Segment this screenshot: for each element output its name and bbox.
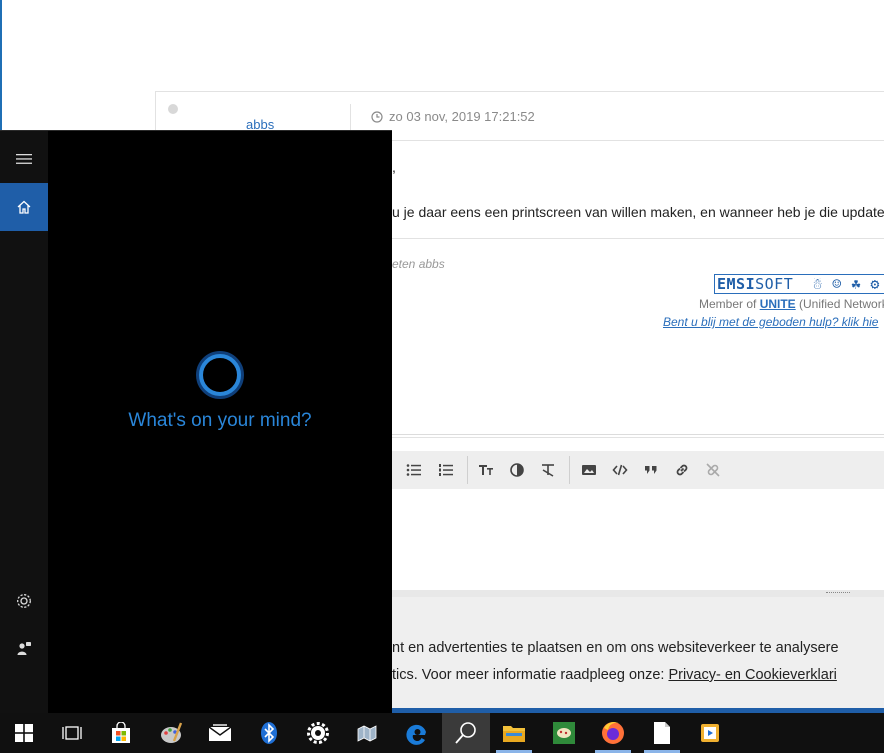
store-icon — [112, 722, 130, 743]
home-icon — [17, 200, 31, 214]
cortana-ring-icon — [196, 351, 244, 399]
post-text-line: , — [392, 159, 396, 175]
media-player-button[interactable] — [687, 713, 735, 753]
home-button[interactable] — [0, 183, 48, 231]
editor-textarea[interactable] — [392, 490, 884, 590]
task-view-button[interactable] — [48, 713, 96, 753]
link-icon[interactable] — [674, 462, 690, 478]
store-button[interactable] — [97, 713, 145, 753]
edge-icon — [406, 724, 426, 745]
page-left-border — [0, 0, 2, 135]
bullet-list-icon[interactable] — [406, 462, 422, 478]
paint-button[interactable] — [147, 713, 195, 753]
clear-format-icon[interactable] — [540, 462, 556, 478]
folder-icon — [503, 726, 525, 742]
task-view-icon — [62, 726, 82, 740]
cookie-text: tics. Voor meer informatie raadpleeg onz… — [392, 667, 837, 683]
privacy-link[interactable]: Privacy- en Cookieverklari — [668, 667, 836, 683]
start-button[interactable] — [0, 713, 48, 753]
code-icon[interactable] — [612, 462, 628, 478]
signature-divider — [355, 238, 884, 239]
notepad-button[interactable] — [638, 713, 686, 753]
emsisoft-logo[interactable]: EMSISOFT ☃ ☺ ☘ ⚙ — [714, 274, 884, 294]
cookie-text: nt en advertenties te plaatsen en om ons… — [392, 640, 839, 656]
editor-divider — [392, 434, 884, 435]
mail-icon — [208, 724, 232, 741]
bluetooth-button[interactable] — [245, 713, 293, 753]
unite-link[interactable]: UNITE — [760, 297, 796, 311]
gear-icon — [307, 722, 329, 744]
firefox-icon — [602, 722, 624, 744]
signature-name: eten abbs — [392, 257, 445, 271]
game-icon — [553, 722, 575, 744]
image-icon[interactable] — [581, 462, 597, 478]
settings-button[interactable] — [0, 578, 48, 624]
bluetooth-icon — [261, 722, 277, 744]
font-size-icon[interactable] — [478, 462, 494, 478]
feedback-icon — [17, 642, 31, 655]
logo-text: SOFT — [755, 275, 794, 293]
toolbar-separator — [467, 456, 468, 484]
color-icon[interactable] — [509, 462, 525, 478]
editor-resize-bar[interactable] — [392, 590, 884, 597]
search-button[interactable] — [442, 713, 490, 753]
member-line: Member of UNITE (Unified Network — [699, 297, 884, 311]
settings-taskbar-button[interactable] — [294, 713, 342, 753]
clock-icon — [371, 111, 383, 123]
game-button[interactable] — [540, 713, 588, 753]
search-icon — [455, 722, 476, 744]
maps-icon — [357, 725, 377, 742]
edge-button[interactable] — [393, 713, 441, 753]
cortana-prompt: What's on your mind? — [128, 410, 312, 431]
quote-icon[interactable] — [643, 462, 659, 478]
editor-toolbar — [392, 451, 884, 489]
logo-text: EMSI — [717, 275, 756, 293]
post-column-divider — [350, 104, 351, 132]
unlink-icon[interactable] — [705, 462, 721, 478]
gear-icon — [17, 594, 31, 608]
numbered-list-icon[interactable] — [438, 462, 454, 478]
file-explorer-button[interactable] — [490, 713, 538, 753]
windows-icon — [15, 724, 33, 742]
mail-button[interactable] — [196, 713, 244, 753]
feedback-button[interactable] — [0, 626, 48, 672]
paint-icon — [161, 722, 183, 743]
firefox-button[interactable] — [589, 713, 637, 753]
maps-button[interactable] — [343, 713, 391, 753]
document-icon — [654, 722, 670, 744]
post-text-line: u je daar eens een printscreen van wille… — [392, 204, 884, 220]
toolbar-separator — [569, 456, 570, 484]
hamburger-icon — [16, 154, 32, 164]
help-link[interactable]: Bent u blij met de geboden hulp? klik hi… — [663, 315, 878, 329]
online-status-dot — [168, 104, 178, 114]
hamburger-menu-button[interactable] — [0, 136, 48, 182]
post-date: zo 03 nov, 2019 17:21:52 — [389, 109, 535, 124]
media-player-icon — [701, 724, 719, 742]
